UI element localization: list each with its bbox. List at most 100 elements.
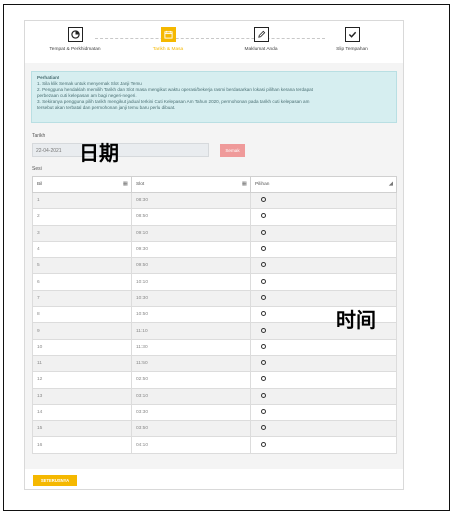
step-label: Tarikh & Masa: [152, 47, 184, 52]
cell-slot: 09:10: [131, 224, 251, 242]
header-pilihan[interactable]: Pilihan ◢: [250, 176, 397, 193]
step-booking-slip[interactable]: Slip Tempahan: [307, 27, 397, 52]
slot-radio[interactable]: [261, 246, 266, 252]
cell-bil: 15: [32, 420, 132, 438]
header-label: Bil: [37, 182, 43, 187]
slot-radio[interactable]: [261, 197, 266, 203]
cell-slot: 11:10: [131, 322, 251, 340]
slot-radio[interactable]: [261, 360, 266, 366]
step-label: Slip Tempahan: [336, 47, 368, 52]
step-progress-bar: Tempat & Perkhidmatan Tarikh & Masa Makl…: [25, 21, 403, 63]
table-row[interactable]: 1 08:30: [32, 191, 397, 210]
cell-pilihan: [250, 403, 397, 422]
cell-slot: 09:30: [131, 240, 251, 259]
cell-bil: 7: [32, 289, 132, 308]
cell-bil: 9: [32, 322, 132, 340]
table-row[interactable]: 12 02:50: [32, 371, 397, 389]
booking-card: Tempat & Perkhidmatan Tarikh & Masa Makl…: [24, 20, 404, 490]
slot-radio[interactable]: [261, 409, 266, 414]
cell-slot: 03:30: [131, 403, 251, 422]
cell-pilihan: [250, 338, 397, 356]
slot-radio[interactable]: [261, 441, 266, 447]
location-pin-icon: [67, 27, 83, 42]
cell-pilihan: [250, 240, 397, 259]
check-icon: [344, 27, 360, 42]
cell-bil: 6: [32, 273, 132, 291]
cell-slot: 02:50: [131, 371, 251, 389]
cell-bil: 4: [32, 240, 132, 259]
slot-radio[interactable]: [261, 376, 266, 382]
cell-bil: 14: [32, 403, 132, 422]
cell-slot: 10:30: [131, 289, 251, 308]
cell-slot: 10:10: [131, 273, 251, 291]
cell-slot: 08:50: [131, 208, 251, 226]
cell-bil: 13: [32, 387, 132, 405]
cell-slot: 09:50: [131, 257, 251, 275]
slot-radio[interactable]: [261, 294, 266, 300]
slot-radio[interactable]: [261, 278, 266, 284]
cell-slot: 03:10: [131, 387, 251, 405]
slot-radio[interactable]: [261, 343, 266, 349]
cell-pilihan: [250, 371, 397, 389]
session-label: Sesi: [32, 166, 42, 172]
cell-pilihan: [250, 208, 397, 226]
sort-icon: ▦: [122, 181, 128, 187]
cell-pilihan: [250, 420, 397, 438]
step-location[interactable]: Tempat & Perkhidmatan: [30, 27, 120, 52]
check-button[interactable]: Semak: [220, 144, 245, 157]
slot-radio[interactable]: [261, 262, 266, 268]
slot-radio[interactable]: [261, 229, 266, 235]
cell-slot: 08:30: [131, 191, 251, 210]
cell-bil: 1: [32, 191, 132, 210]
pencil-icon: [253, 27, 269, 42]
step-label: Tempat & Perkhidmatan: [49, 47, 101, 52]
step-date-time[interactable]: Tarikh & Masa: [123, 27, 213, 52]
cell-slot: 04:10: [131, 436, 251, 454]
slot-radio[interactable]: [261, 213, 266, 219]
date-annotation: 日期: [79, 141, 119, 165]
time-annotation: 时间: [336, 308, 376, 332]
cell-pilihan: [250, 224, 397, 242]
notice-box: Perhatian! 1. Sila klik Semak untuk meny…: [31, 71, 397, 123]
table-row[interactable]: 3 09:10: [32, 224, 397, 242]
cell-bil: 10: [32, 338, 132, 356]
table-row[interactable]: 14 03:30: [32, 403, 397, 422]
table-row[interactable]: 16 04:10: [32, 436, 397, 454]
cell-slot: 11:30: [131, 338, 251, 356]
cell-pilihan: [250, 191, 397, 210]
header-slot[interactable]: Slot ▦: [131, 176, 251, 193]
table-row[interactable]: 10 11:30: [32, 338, 397, 356]
cell-pilihan: [250, 354, 397, 373]
cell-bil: 3: [32, 224, 132, 242]
cell-pilihan: [250, 257, 397, 275]
calendar-icon: [160, 27, 176, 42]
header-label: Slot: [136, 182, 145, 187]
next-button[interactable]: SETERUSNYA: [33, 475, 77, 486]
form-footer: [25, 469, 403, 489]
cell-bil: 11: [32, 354, 132, 373]
table-row[interactable]: 13 03:10: [32, 387, 397, 405]
cell-bil: 5: [32, 257, 132, 275]
table-row[interactable]: 2 08:50: [32, 208, 397, 226]
table-row[interactable]: 5 09:50: [32, 257, 397, 275]
slot-radio[interactable]: [261, 425, 266, 431]
table-row[interactable]: 6 10:10: [32, 273, 397, 291]
header-bil[interactable]: Bil ▦: [32, 176, 132, 193]
date-label: Tarikh: [32, 133, 46, 139]
table-row[interactable]: 11 11:50: [32, 354, 397, 373]
cell-pilihan: [250, 387, 397, 405]
table-row[interactable]: 4 09:30: [32, 240, 397, 259]
table-row[interactable]: 15 03:50: [32, 420, 397, 438]
cell-pilihan: [250, 436, 397, 454]
step-label: Maklumat Anda: [244, 47, 278, 52]
slot-radio[interactable]: [261, 392, 266, 398]
cell-bil: 2: [32, 208, 132, 226]
cell-slot: 03:50: [131, 420, 251, 438]
slot-radio[interactable]: [261, 311, 266, 317]
sort-icon: ▦: [241, 181, 247, 187]
notice-line: tersebut akan terbatal dan permohonan ja…: [37, 105, 176, 110]
slot-radio[interactable]: [261, 327, 266, 333]
cell-pilihan: [250, 273, 397, 291]
date-input[interactable]: 22-04-2021: [32, 143, 209, 157]
step-your-info[interactable]: Maklumat Anda: [216, 27, 306, 52]
